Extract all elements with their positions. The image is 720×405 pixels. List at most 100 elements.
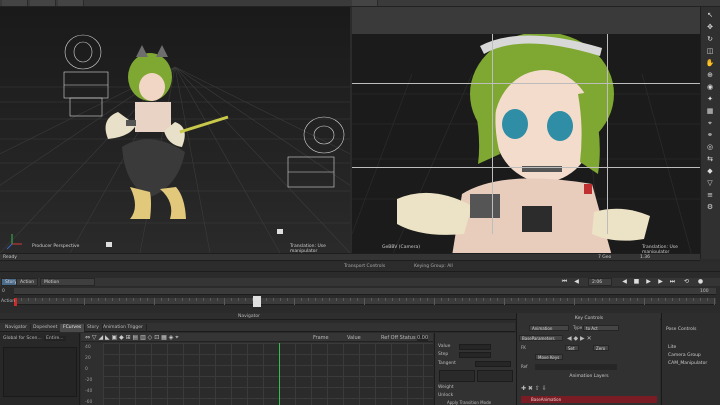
timeline-tick [21,298,22,301]
navigator-list[interactable] [3,347,77,397]
timeline-tick [56,298,57,301]
timeline-tick [504,298,505,305]
link-icon[interactable]: ⚭ [705,131,715,140]
timeline-tick [385,298,386,301]
play-back-icon[interactable]: ◀ [620,278,629,286]
tab-4[interactable] [352,0,378,6]
camera-icon[interactable]: ◉ [705,83,715,92]
base-animation-layer[interactable]: BaseAnimation [521,396,657,403]
timeline-tick [602,298,603,301]
fcurve-playhead[interactable] [279,343,280,405]
timeline-tick [315,298,316,301]
timeline-tick [434,298,435,305]
camera-viewport[interactable]: GeBBV (Camera) Translation: Use manipula… [352,7,700,253]
scale-icon[interactable]: ◫ [705,47,715,56]
go-end-icon[interactable]: ⏭ [668,278,677,286]
tab-animation-trigger[interactable]: Animation Trigger [100,324,147,332]
light-icon[interactable]: ✦ [705,95,715,104]
timeline-ruler-top[interactable] [14,288,716,295]
tab-3[interactable] [58,0,84,6]
timeline-tick [168,298,169,301]
action-button[interactable]: Action [16,278,39,286]
timeline-tick [147,298,148,301]
producer-perspective-viewport[interactable]: Producer Perspective Translation: Use ma… [0,7,350,253]
timeline-tick [371,298,372,301]
timeline-tick [658,298,659,301]
edit-dropdown[interactable]: Motion [40,278,95,286]
filter-icon[interactable]: ▽ [705,179,715,188]
tab-1[interactable] [2,0,28,6]
base-parameters-button[interactable]: BaseParameters [519,335,563,341]
key-icon[interactable]: ◆ [705,167,715,176]
timeline[interactable]: Action 0 100 [0,288,720,310]
fcurve-y-label: 0 [85,367,88,372]
go-start-icon[interactable]: ⏮ [560,278,569,286]
move-icon[interactable]: ✥ [705,23,715,32]
timeline-tick [567,298,568,301]
record-icon[interactable]: ● [696,278,705,286]
timeline-tick [119,298,120,301]
timeline-tick [469,298,470,301]
layer-icon[interactable]: ≡ [705,191,715,200]
type-dropdown[interactable]: to Act [583,325,619,331]
pose-item[interactable]: Lite [668,345,676,350]
timeline-tick [581,298,582,301]
tangent-preview-2[interactable] [477,370,513,382]
pose-item[interactable]: Camera Group [668,353,701,358]
pose-controls-panel: Pose Controls Lite Camera Group CAM_Mani… [661,313,720,405]
snap-icon[interactable]: ⌖ [705,119,715,128]
ref-field[interactable] [535,364,617,370]
fcurve-y-label: 20 [85,356,91,361]
fcurve-y-label: -60 [85,400,93,405]
viewport-label-right: GeBBV (Camera) [382,245,420,250]
status-bar: Ready 7 Geo 1.36 [0,253,700,261]
safe-frame-right [607,34,608,234]
zoom-icon[interactable]: ⊕ [705,71,715,80]
tab-2[interactable] [30,0,56,6]
tangent-preview-1[interactable] [439,370,475,382]
filter-dropdown[interactable]: Global for Scen... [3,336,42,341]
timeline-tick [420,298,421,301]
timeline-tick [322,298,323,301]
layer-tool-icons[interactable]: ✚ ✖ ⇧ ⇩ [521,385,547,392]
timeline-tick [693,298,694,301]
key-nav-icons[interactable]: ◀ ◆ ▶ ✕ [567,335,592,342]
step-forward-icon[interactable]: ▶ [656,278,665,286]
filter-value[interactable]: Entire... [44,336,66,341]
tab-fcurves[interactable]: FCurves [60,324,86,332]
viewport-label-left: Producer Perspective [32,244,80,249]
tab-navigator[interactable]: Navigator [2,324,32,332]
fcurve-editor[interactable]: ⇔ ▽ ◢ ◣ ▣ ◆ ⊞ ▤ ▥ ◇ ⊡ ▦ ◈ ⌖ Frame Value … [81,333,433,405]
pan-icon[interactable]: ✋ [705,59,715,68]
fcurve-toolbar: ⇔ ▽ ◢ ◣ ▣ ◆ ⊞ ▤ ▥ ◇ ⊡ ▦ ◈ ⌖ Frame Value … [81,333,433,342]
move-keys-button[interactable]: Move Keys [535,354,563,360]
timeline-tick [497,298,498,301]
play-icon[interactable]: ▶ [644,278,653,286]
step-back-icon[interactable]: ◀ [572,278,581,286]
timeline-tick [686,298,687,301]
fcurve-tool-icons[interactable]: ⇔ ▽ ◢ ◣ ▣ ◆ ⊞ ▤ ▥ ◇ ⊡ ▦ ◈ ⌖ [85,334,179,342]
fcurve-grid[interactable] [103,343,433,405]
value-field[interactable] [459,344,491,350]
grid-icon[interactable]: ▦ [705,107,715,116]
zero-button[interactable]: Zero [593,345,609,351]
animation-button[interactable]: Animation [529,325,569,331]
loop-icon[interactable]: ⟲ [682,278,691,286]
rotate-icon[interactable]: ↻ [705,35,715,44]
pointer-icon[interactable]: ↖ [705,11,715,20]
time-field[interactable]: 2:06 [588,278,612,286]
step-field[interactable] [459,352,491,358]
timeline-tick [105,298,106,301]
settings-icon[interactable]: ⚙ [705,203,715,212]
stop-icon[interactable]: ■ [632,278,641,286]
tab-dopesheet[interactable]: Dopesheet [30,324,62,332]
pivot-icon[interactable]: ◎ [705,143,715,152]
tangent-dropdown[interactable] [475,361,511,367]
mirror-icon[interactable]: ⇆ [705,155,715,164]
set-button[interactable]: Set [565,345,579,351]
timeline-tick [49,298,50,301]
pose-item[interactable]: CAM_Manipulator [668,361,707,366]
timeline-playhead[interactable] [252,296,261,307]
timeline-tick [623,298,624,301]
fcurve-value-field[interactable]: 0.00 [417,335,429,341]
